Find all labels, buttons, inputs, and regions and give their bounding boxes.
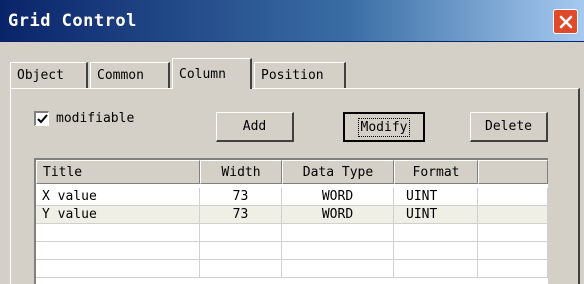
add-button[interactable]: Add <box>216 112 294 142</box>
modifiable-label: modifiable <box>56 111 135 126</box>
close-icon <box>559 15 572 28</box>
grid-control-dialog: Grid Control Object Common Column Positi… <box>0 0 584 284</box>
empty-row[interactable] <box>36 260 548 278</box>
cell-title: X value <box>36 188 200 206</box>
cell-empty <box>478 188 548 206</box>
columns-grid[interactable]: Title Width Data Type Format X value 73 … <box>34 158 548 284</box>
empty-row[interactable] <box>36 242 548 260</box>
table-row[interactable]: X value 73 WORD UINT <box>36 188 548 206</box>
cell-format: UINT <box>394 206 478 224</box>
tab-label: Position <box>261 68 324 83</box>
header-extra <box>478 160 548 184</box>
modifiable-checkbox[interactable] <box>34 111 49 126</box>
tab-label: Common <box>97 68 144 83</box>
cell-width: 73 <box>200 188 282 206</box>
table-row[interactable]: Y value 73 WORD UINT <box>36 206 548 224</box>
cell-format: UINT <box>394 188 478 206</box>
grid-header: Title Width Data Type Format <box>36 160 548 184</box>
delete-label: Delete <box>485 119 532 134</box>
cell-title: Y value <box>36 206 200 224</box>
delete-button[interactable]: Delete <box>470 112 548 142</box>
tab-common[interactable]: Common <box>90 62 170 88</box>
tab-label: Object <box>17 68 64 83</box>
modify-button[interactable]: Modify <box>343 112 425 142</box>
tab-label: Column <box>179 66 226 82</box>
empty-row[interactable] <box>36 224 548 242</box>
tab-column[interactable]: Column <box>172 58 252 89</box>
header-title[interactable]: Title <box>36 160 200 184</box>
cell-width: 73 <box>200 206 282 224</box>
window-title: Grid Control <box>8 11 137 31</box>
modify-label: Modify <box>357 117 411 137</box>
cell-data-type: WORD <box>282 188 394 206</box>
header-width[interactable]: Width <box>200 160 282 184</box>
tab-position[interactable]: Position <box>254 62 346 88</box>
cell-empty <box>478 206 548 224</box>
cell-data-type: WORD <box>282 206 394 224</box>
add-label: Add <box>242 119 267 134</box>
title-bar[interactable]: Grid Control <box>0 0 584 42</box>
header-format[interactable]: Format <box>394 160 478 184</box>
tab-object[interactable]: Object <box>10 62 88 88</box>
header-data-type[interactable]: Data Type <box>282 160 394 184</box>
close-button[interactable] <box>553 9 578 34</box>
modifiable-option[interactable]: modifiable <box>34 111 134 126</box>
checkmark-icon <box>36 113 48 123</box>
